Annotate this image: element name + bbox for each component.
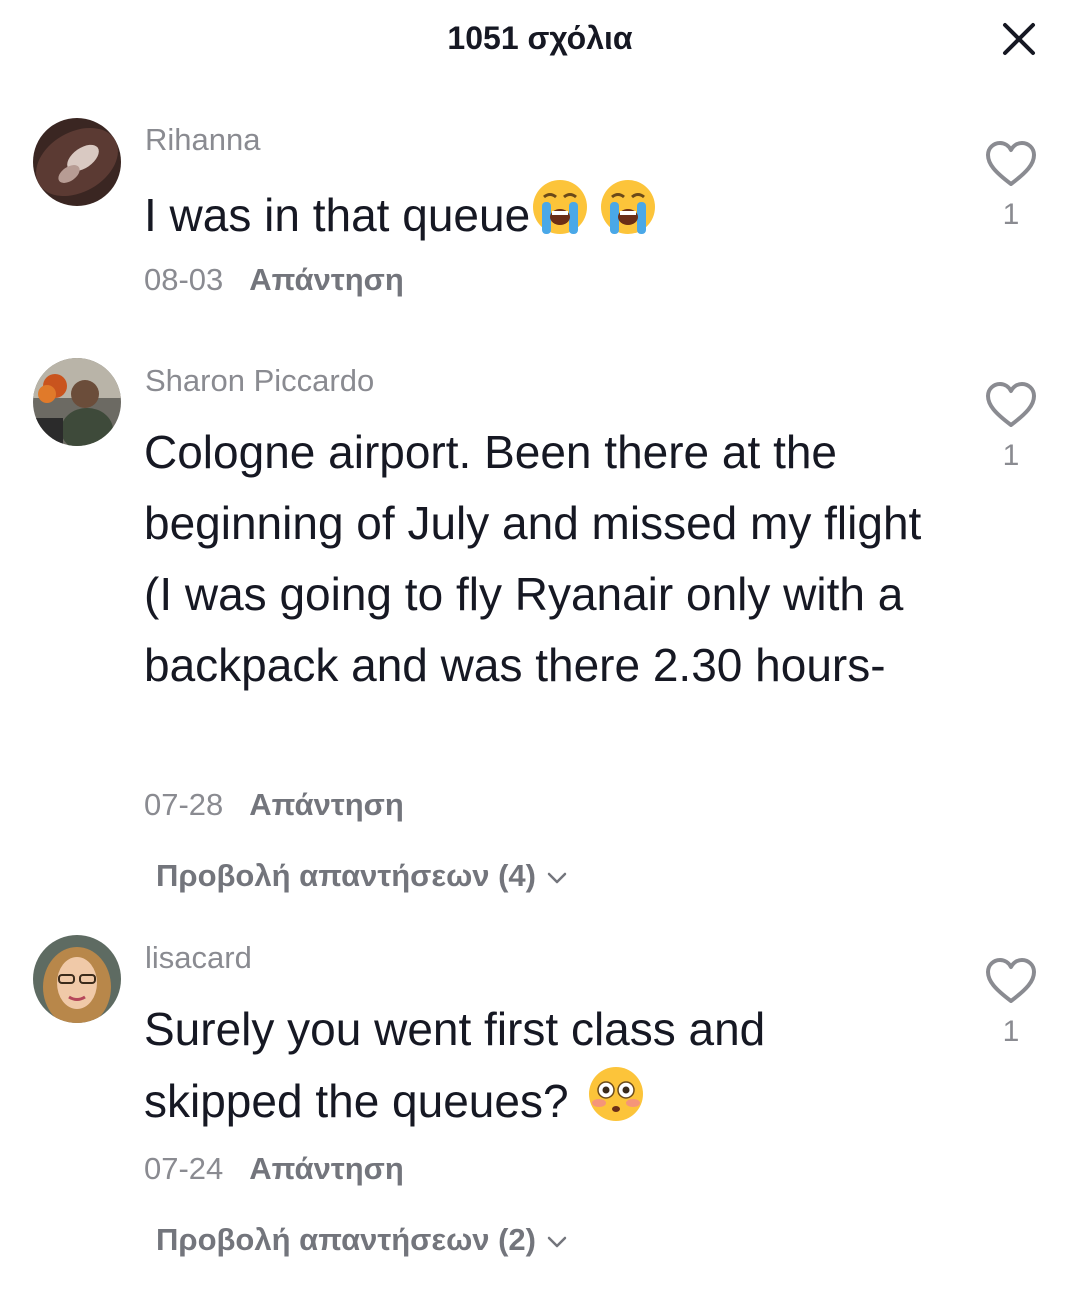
comment-username[interactable]: Sharon Piccardo: [145, 363, 374, 399]
view-replies-label: Προβολή απαντήσεων (4): [156, 858, 536, 893]
comment-count-title: 1051 σχόλια: [447, 20, 633, 56]
loudly-crying-face-icon: [530, 177, 590, 257]
comment-username[interactable]: lisacard: [145, 940, 252, 976]
chevron-down-icon: [547, 872, 567, 884]
reply-button[interactable]: Απάντηση: [249, 787, 403, 823]
comment-text-content: Surely you went first class and skipped …: [144, 1003, 766, 1127]
avatar[interactable]: [33, 935, 121, 1023]
close-icon: [1003, 23, 1035, 55]
comments-sheet: 1051 σχόλια Rihanna I was in that queue: [0, 0, 1080, 1295]
like-count: 1: [1002, 439, 1020, 472]
flushed-face-icon: [587, 1065, 645, 1143]
like-count: 1: [1002, 198, 1020, 231]
like-button[interactable]: 1: [982, 381, 1040, 473]
loudly-crying-face-icon: [598, 177, 658, 257]
comment-date: 07-28: [144, 787, 224, 822]
comment-meta: 08-03 Απάντηση: [144, 262, 404, 298]
heart-icon: [986, 958, 1036, 1003]
view-replies-label: Προβολή απαντήσεων (2): [156, 1222, 536, 1257]
like-button[interactable]: 1: [982, 140, 1040, 232]
avatar[interactable]: [33, 358, 121, 446]
view-replies-button[interactable]: Προβολή απαντήσεων (2): [156, 1222, 568, 1258]
comment-text-content: I was in that queue: [144, 189, 531, 241]
like-button[interactable]: 1: [982, 957, 1040, 1049]
comment-date: 08-03: [144, 262, 224, 297]
avatar[interactable]: [33, 118, 121, 206]
comment-meta: 07-28 Απάντηση: [144, 787, 404, 823]
comment-text: Surely you went first class and skipped …: [144, 994, 844, 1143]
heart-icon: [986, 141, 1036, 186]
comment-date: 07-24: [144, 1151, 224, 1186]
comment-username[interactable]: Rihanna: [145, 122, 260, 158]
chevron-down-icon: [547, 1236, 567, 1248]
comments-header: 1051 σχόλια: [0, 0, 1080, 80]
heart-icon: [986, 382, 1036, 427]
comment-text: Cologne airport. Been there at the begin…: [144, 426, 922, 691]
close-button[interactable]: [996, 16, 1042, 62]
like-count: 1: [1002, 1015, 1020, 1048]
reply-button[interactable]: Απάντηση: [249, 262, 403, 298]
comment-meta: 07-24 Απάντηση: [144, 1151, 404, 1187]
view-replies-button[interactable]: Προβολή απαντήσεων (4): [156, 858, 568, 894]
reply-button[interactable]: Απάντηση: [249, 1151, 403, 1187]
comment-text: I was in that queue: [144, 177, 904, 257]
